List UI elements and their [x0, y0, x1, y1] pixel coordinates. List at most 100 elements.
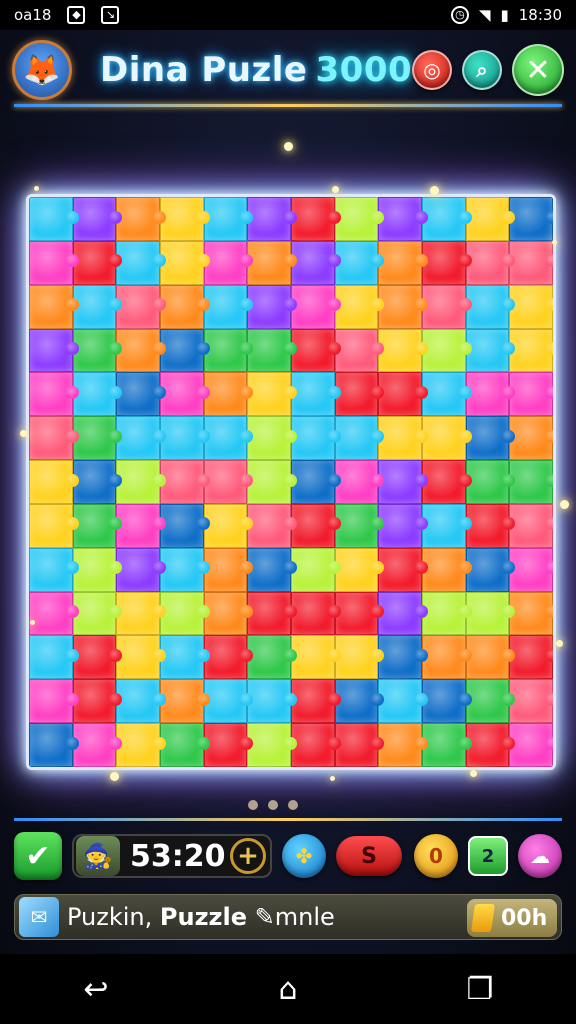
puzzle-piece[interactable] [29, 328, 79, 373]
puzzle-piece[interactable] [509, 328, 553, 373]
search-button[interactable]: ⌕ [462, 50, 502, 90]
puzzle-piece[interactable] [378, 284, 428, 329]
puzzle-piece[interactable] [203, 284, 253, 329]
puzzle-piece[interactable] [509, 635, 553, 680]
puzzle-piece[interactable] [334, 679, 384, 724]
puzzle-piece[interactable] [422, 460, 472, 504]
puzzle-piece[interactable] [334, 328, 384, 373]
puzzle-piece[interactable] [291, 328, 341, 373]
puzzle-piece[interactable] [72, 372, 122, 417]
puzzle-piece[interactable] [203, 503, 253, 548]
puzzle-piece[interactable] [247, 547, 297, 592]
promo-bar[interactable]: ✉ Puzkin, Puzzle ✎mnle 00h [14, 894, 562, 940]
puzzle-piece[interactable] [72, 197, 122, 241]
puzzle-piece[interactable] [116, 372, 166, 417]
coin-counter[interactable]: 00h [467, 899, 557, 937]
puzzle-piece[interactable] [465, 547, 515, 592]
page-dot[interactable] [248, 800, 258, 810]
puzzle-board[interactable] [26, 194, 556, 770]
puzzle-piece[interactable] [29, 197, 79, 241]
puzzle-piece[interactable] [203, 372, 253, 417]
puzzle-piece[interactable] [29, 635, 79, 680]
confirm-button[interactable]: ✔ [14, 832, 62, 880]
puzzle-piece[interactable] [247, 679, 297, 724]
puzzle-piece[interactable] [291, 416, 341, 461]
puzzle-piece[interactable] [72, 416, 122, 461]
puzzle-piece[interactable] [334, 197, 384, 241]
puzzle-piece[interactable] [160, 372, 210, 417]
piece-button[interactable]: ✤ [282, 834, 326, 878]
puzzle-piece[interactable] [378, 240, 428, 285]
puzzle-piece[interactable] [509, 197, 553, 241]
puzzle-piece[interactable] [72, 460, 122, 504]
puzzle-piece[interactable] [160, 460, 210, 504]
puzzle-piece[interactable] [160, 284, 210, 329]
puzzle-piece[interactable] [465, 284, 515, 329]
puzzle-piece[interactable] [116, 723, 166, 767]
puzzle-piece[interactable] [291, 635, 341, 680]
puzzle-piece[interactable] [465, 503, 515, 548]
puzzle-piece[interactable] [291, 284, 341, 329]
puzzle-piece[interactable] [247, 503, 297, 548]
puzzle-piece[interactable] [509, 679, 553, 724]
puzzle-piece[interactable] [160, 503, 210, 548]
puzzle-piece[interactable] [291, 723, 341, 767]
puzzle-piece[interactable] [247, 372, 297, 417]
puzzle-piece[interactable] [203, 240, 253, 285]
puzzle-piece[interactable] [116, 547, 166, 592]
puzzle-piece[interactable] [291, 591, 341, 636]
puzzle-piece[interactable] [378, 372, 428, 417]
puzzle-piece[interactable] [160, 328, 210, 373]
puzzle-piece[interactable] [116, 591, 166, 636]
puzzle-piece[interactable] [465, 240, 515, 285]
puzzle-piece[interactable] [334, 635, 384, 680]
puzzle-piece[interactable] [203, 197, 253, 241]
puzzle-piece[interactable] [291, 372, 341, 417]
puzzle-piece[interactable] [509, 723, 553, 767]
puzzle-piece[interactable] [29, 503, 79, 548]
puzzle-piece[interactable] [116, 503, 166, 548]
puzzle-piece[interactable] [72, 240, 122, 285]
puzzle-piece[interactable] [247, 240, 297, 285]
hint-button[interactable]: 2 [468, 836, 508, 876]
close-button[interactable]: ✕ [512, 44, 564, 96]
puzzle-piece[interactable] [203, 328, 253, 373]
puzzle-piece[interactable] [29, 240, 79, 285]
recents-button[interactable]: ❐ [450, 972, 510, 1007]
puzzle-piece[interactable] [29, 547, 79, 592]
puzzle-piece[interactable] [247, 635, 297, 680]
puzzle-piece[interactable] [247, 197, 297, 241]
puzzle-piece[interactable] [465, 679, 515, 724]
puzzle-piece[interactable] [160, 679, 210, 724]
puzzle-piece[interactable] [72, 723, 122, 767]
puzzle-piece[interactable] [465, 591, 515, 636]
record-button[interactable]: ◎ [412, 50, 452, 90]
puzzle-piece[interactable] [465, 416, 515, 461]
puzzle-piece[interactable] [291, 679, 341, 724]
coin-button[interactable]: 0 [414, 834, 458, 878]
puzzle-piece[interactable] [116, 328, 166, 373]
puzzle-piece[interactable] [116, 460, 166, 504]
puzzle-piece[interactable] [72, 547, 122, 592]
puzzle-piece[interactable] [247, 591, 297, 636]
puzzle-piece[interactable] [291, 240, 341, 285]
puzzle-piece[interactable] [116, 284, 166, 329]
puzzle-piece[interactable] [378, 679, 428, 724]
puzzle-piece[interactable] [509, 503, 553, 548]
puzzle-piece[interactable] [72, 284, 122, 329]
puzzle-piece[interactable] [378, 460, 428, 504]
puzzle-piece[interactable] [465, 723, 515, 767]
puzzle-piece[interactable] [378, 328, 428, 373]
puzzle-piece[interactable] [291, 503, 341, 548]
puzzle-piece[interactable] [291, 547, 341, 592]
puzzle-piece[interactable] [334, 240, 384, 285]
puzzle-piece[interactable] [509, 372, 553, 417]
puzzle-piece[interactable] [334, 416, 384, 461]
puzzle-piece[interactable] [72, 328, 122, 373]
puzzle-piece[interactable] [72, 503, 122, 548]
puzzle-piece[interactable] [422, 635, 472, 680]
puzzle-piece[interactable] [378, 547, 428, 592]
puzzle-piece[interactable] [422, 240, 472, 285]
puzzle-piece[interactable] [422, 328, 472, 373]
puzzle-piece[interactable] [116, 679, 166, 724]
